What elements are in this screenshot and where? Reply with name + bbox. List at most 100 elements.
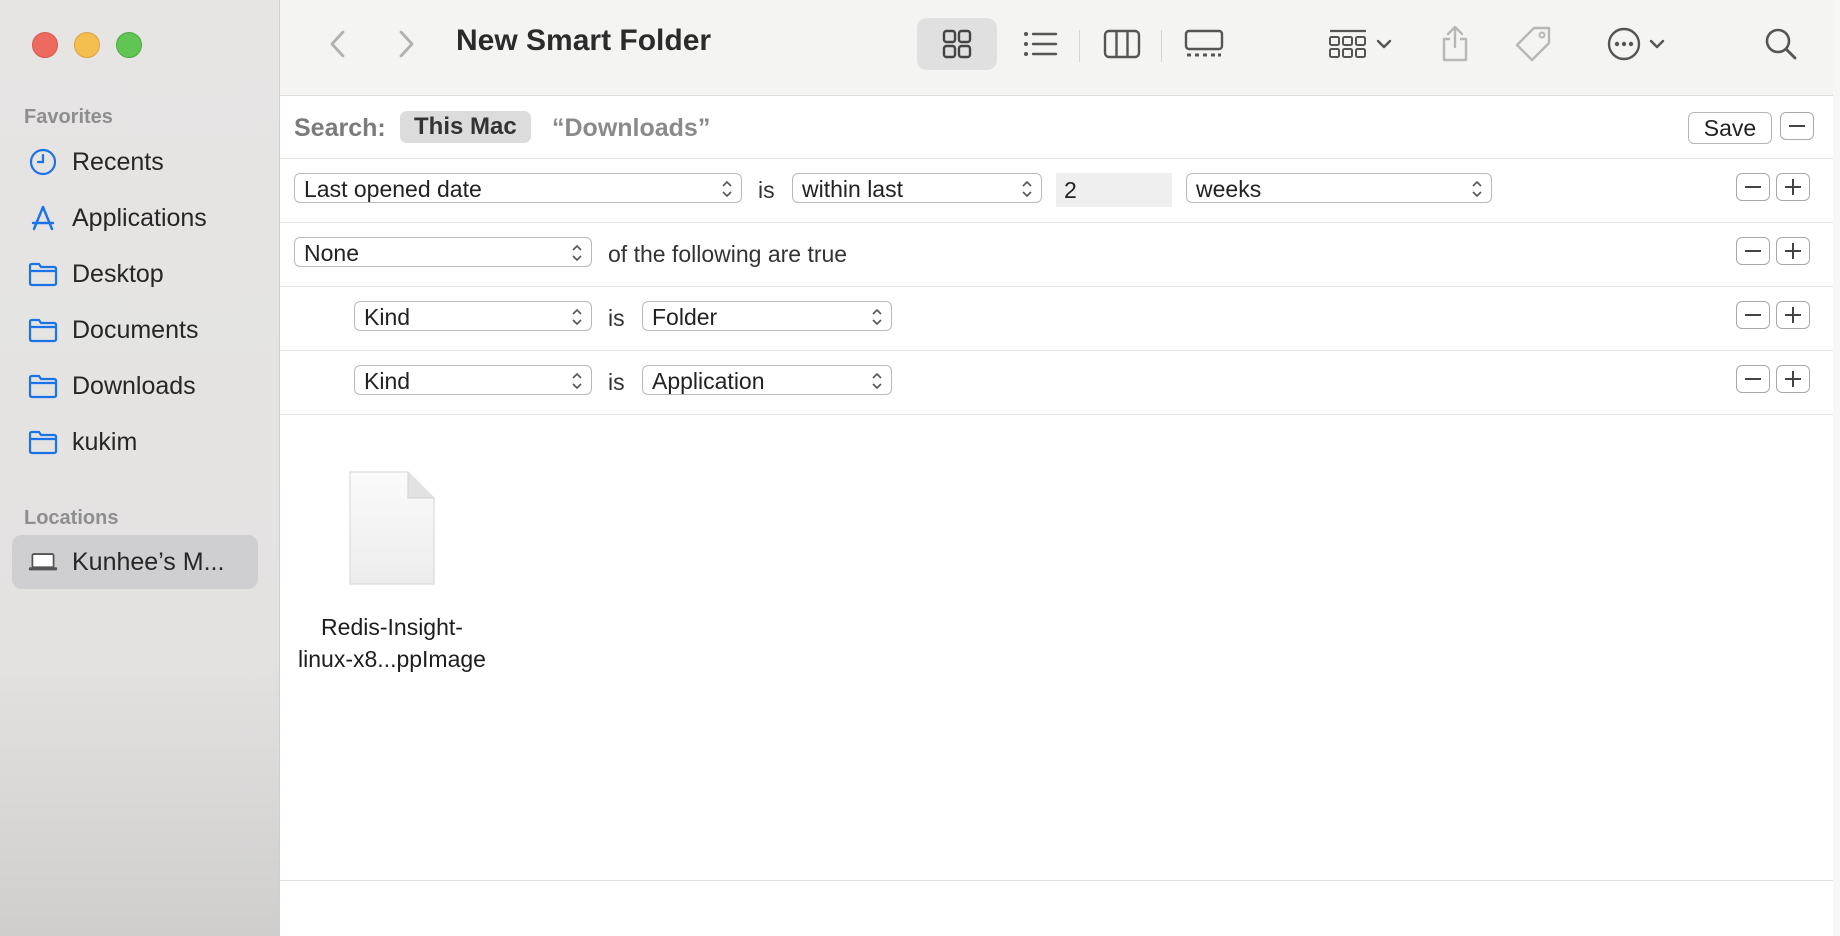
back-button[interactable] xyxy=(322,18,352,70)
add-rule-button[interactable] xyxy=(1776,237,1810,265)
chevron-right-icon xyxy=(399,30,414,58)
remove-rule-button[interactable] xyxy=(1736,237,1770,265)
sidebar-item-label: Recents xyxy=(72,147,164,176)
file-item[interactable]: Redis-Insight- linux-x8...ppImage xyxy=(292,470,492,675)
save-button[interactable]: Save xyxy=(1688,112,1772,144)
applications-icon xyxy=(28,203,58,233)
attribute-popup[interactable]: Kind xyxy=(354,365,592,395)
popup-value: Kind xyxy=(364,368,411,394)
updown-chevron-icon xyxy=(722,180,732,198)
file-name-line: linux-x8...ppImage xyxy=(298,646,486,672)
updown-chevron-icon xyxy=(572,308,582,326)
grid-icon xyxy=(942,29,972,59)
minus-icon xyxy=(1789,125,1805,127)
popup-value: weeks xyxy=(1196,176,1262,202)
window-title: New Smart Folder xyxy=(456,24,712,57)
sidebar-item-applications[interactable]: Applications xyxy=(12,191,258,245)
value-input[interactable]: 2 xyxy=(1056,173,1172,207)
view-icons-button[interactable] xyxy=(917,18,997,70)
remove-rule-button[interactable] xyxy=(1736,301,1770,329)
search-scope-bar: Search: This Mac “Downloads” Save xyxy=(280,96,1833,159)
is-label: is xyxy=(608,369,625,395)
scope-downloads[interactable]: “Downloads” xyxy=(552,114,710,143)
more-actions-button[interactable] xyxy=(1596,18,1676,70)
toolbar-separator xyxy=(1161,30,1162,62)
zoom-button[interactable] xyxy=(116,32,142,58)
attribute-popup[interactable]: Kind xyxy=(354,301,592,331)
sidebar-item-label: Applications xyxy=(72,203,207,232)
sidebar-item-desktop[interactable]: Desktop xyxy=(12,247,258,301)
sidebar-item-this-mac[interactable]: Kunhee’s M... xyxy=(12,535,258,589)
attribute-popup[interactable]: Last opened date xyxy=(294,173,742,203)
folder-icon xyxy=(28,427,58,457)
remove-rule-button[interactable] xyxy=(1736,365,1770,393)
unit-popup[interactable]: weeks xyxy=(1186,173,1492,203)
folder-icon xyxy=(28,315,58,345)
plus-icon xyxy=(1785,179,1801,195)
view-list-button[interactable] xyxy=(1000,18,1080,70)
minus-icon xyxy=(1745,250,1761,252)
rule-row-last-opened: Last opened date is within last 2 weeks xyxy=(280,159,1833,223)
sidebar-item-label: Documents xyxy=(72,315,199,344)
add-rule-button[interactable] xyxy=(1776,173,1810,201)
operator-popup[interactable]: within last xyxy=(792,173,1042,203)
chevron-down-icon xyxy=(1649,39,1665,49)
share-icon xyxy=(1442,25,1468,62)
updown-chevron-icon xyxy=(872,372,882,390)
tag-icon xyxy=(1515,26,1551,62)
sidebar-item-downloads[interactable]: Downloads xyxy=(12,359,258,413)
share-button[interactable] xyxy=(1430,18,1480,70)
rule-row-kind-application: Kind is Application xyxy=(280,351,1833,415)
favorites-heading: Favorites xyxy=(24,106,113,128)
results-area: Redis-Insight- linux-x8...ppImage xyxy=(280,416,1833,881)
value-popup[interactable]: Application xyxy=(642,365,892,395)
plus-icon xyxy=(1785,243,1801,259)
view-columns-button[interactable] xyxy=(1082,18,1162,70)
chevron-left-icon xyxy=(330,30,345,58)
popup-value: Kind xyxy=(364,304,411,330)
plus-icon xyxy=(1785,371,1801,387)
group-by-button[interactable] xyxy=(1320,18,1400,70)
updown-chevron-icon xyxy=(572,372,582,390)
minus-icon xyxy=(1745,314,1761,316)
sidebar-item-label: Kunhee’s M... xyxy=(72,547,225,576)
folder-icon xyxy=(28,371,58,401)
toolbar: New Smart Folder xyxy=(280,0,1833,96)
file-name-line: Redis-Insight- xyxy=(321,614,463,640)
search-button[interactable] xyxy=(1756,18,1806,70)
scope-this-mac[interactable]: This Mac xyxy=(400,111,531,143)
group-icon xyxy=(1329,29,1366,58)
quantifier-popup[interactable]: None xyxy=(294,237,592,267)
sidebar-item-documents[interactable]: Documents xyxy=(12,303,258,357)
value-popup[interactable]: Folder xyxy=(642,301,892,331)
minus-icon xyxy=(1745,378,1761,380)
popup-value: Application xyxy=(652,368,765,394)
popup-value: Folder xyxy=(652,304,718,330)
search-label: Search: xyxy=(294,114,386,142)
clock-icon xyxy=(28,147,58,177)
search-icon xyxy=(1765,28,1797,60)
sidebar: Favorites Recents Applications Desktop D… xyxy=(0,0,280,936)
updown-chevron-icon xyxy=(1022,180,1032,198)
view-gallery-button[interactable] xyxy=(1164,18,1244,70)
sidebar-item-recents[interactable]: Recents xyxy=(12,135,258,189)
updown-chevron-icon xyxy=(872,308,882,326)
popup-value: Last opened date xyxy=(304,176,482,202)
columns-icon xyxy=(1103,29,1141,59)
minimize-button[interactable] xyxy=(74,32,100,58)
window-controls xyxy=(32,32,142,58)
toolbar-separator xyxy=(1079,30,1080,62)
forward-button[interactable] xyxy=(392,18,422,70)
updown-chevron-icon xyxy=(1472,180,1482,198)
popup-value: None xyxy=(304,240,359,266)
sidebar-item-kukim[interactable]: kukim xyxy=(12,415,258,469)
rule-row-kind-folder: Kind is Folder xyxy=(280,287,1833,351)
close-button[interactable] xyxy=(32,32,58,58)
tag-button[interactable] xyxy=(1508,18,1558,70)
remove-rule-button[interactable] xyxy=(1736,173,1770,201)
remove-search-button[interactable] xyxy=(1780,112,1814,140)
sidebar-item-label: kukim xyxy=(72,427,138,456)
add-rule-button[interactable] xyxy=(1776,301,1810,329)
is-label: is xyxy=(608,305,625,331)
add-rule-button[interactable] xyxy=(1776,365,1810,393)
